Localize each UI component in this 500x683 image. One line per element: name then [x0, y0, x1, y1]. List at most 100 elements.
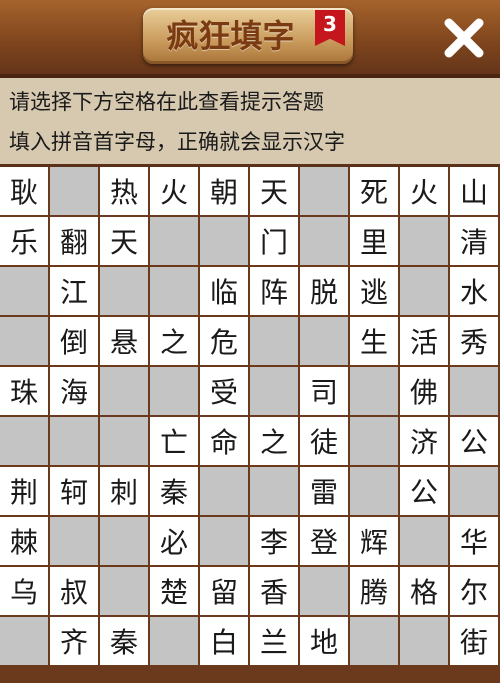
grid-cell-filled[interactable]: 济: [400, 417, 448, 465]
grid-cell-filled[interactable]: 公: [400, 467, 448, 515]
grid-cell-filled[interactable]: 天: [100, 217, 148, 265]
grid-cell-filled[interactable]: 海: [50, 367, 98, 415]
grid-cell-filled[interactable]: 临: [200, 267, 248, 315]
grid-cell-empty[interactable]: [100, 567, 148, 615]
grid-cell-empty[interactable]: [400, 267, 448, 315]
grid-cell-filled[interactable]: 华: [450, 517, 498, 565]
grid-cell-empty[interactable]: [400, 617, 448, 665]
grid-cell-filled[interactable]: 亡: [150, 417, 198, 465]
grid-cell-filled[interactable]: 必: [150, 517, 198, 565]
grid-cell-filled[interactable]: 齐: [50, 617, 98, 665]
grid-cell-filled[interactable]: 受: [200, 367, 248, 415]
grid-cell-filled[interactable]: 之: [150, 317, 198, 365]
grid-cell-filled[interactable]: 倒: [50, 317, 98, 365]
grid-cell-empty[interactable]: [100, 517, 148, 565]
grid-cell-empty[interactable]: [250, 467, 298, 515]
grid-cell-filled[interactable]: 刺: [100, 467, 148, 515]
grid-cell-filled[interactable]: 腾: [350, 567, 398, 615]
grid-cell-empty[interactable]: [250, 317, 298, 365]
grid-cell-filled[interactable]: 街: [450, 617, 498, 665]
grid-cell-empty[interactable]: [150, 617, 198, 665]
grid-cell-empty[interactable]: [50, 517, 98, 565]
grid-cell-filled[interactable]: 秦: [100, 617, 148, 665]
grid-cell-filled[interactable]: 雷: [300, 467, 348, 515]
grid-cell-filled[interactable]: 辉: [350, 517, 398, 565]
grid-cell-filled[interactable]: 山: [450, 167, 498, 215]
grid-cell-empty[interactable]: [0, 617, 48, 665]
grid-cell-filled[interactable]: 乐: [0, 217, 48, 265]
grid-cell-filled[interactable]: 司: [300, 367, 348, 415]
grid-cell-filled[interactable]: 脱: [300, 267, 348, 315]
grid-cell-empty[interactable]: [400, 217, 448, 265]
grid-cell-empty[interactable]: [100, 417, 148, 465]
grid-cell-filled[interactable]: 李: [250, 517, 298, 565]
grid-cell-filled[interactable]: 朝: [200, 167, 248, 215]
grid-cell-empty[interactable]: [150, 217, 198, 265]
grid-cell-empty[interactable]: [200, 517, 248, 565]
grid-cell-filled[interactable]: 阵: [250, 267, 298, 315]
grid-cell-empty[interactable]: [100, 267, 148, 315]
grid-cell-filled[interactable]: 热: [100, 167, 148, 215]
grid-cell-filled[interactable]: 格: [400, 567, 448, 615]
grid-cell-empty[interactable]: [300, 167, 348, 215]
grid-cell-filled[interactable]: 乌: [0, 567, 48, 615]
grid-cell-filled[interactable]: 门: [250, 217, 298, 265]
grid-cell-filled[interactable]: 楚: [150, 567, 198, 615]
grid-cell-filled[interactable]: 兰: [250, 617, 298, 665]
grid-cell-empty[interactable]: [350, 417, 398, 465]
grid-cell-empty[interactable]: [250, 367, 298, 415]
grid-cell-empty[interactable]: [50, 417, 98, 465]
grid-cell-empty[interactable]: [0, 267, 48, 315]
grid-cell-filled[interactable]: 佛: [400, 367, 448, 415]
grid-cell-filled[interactable]: 命: [200, 417, 248, 465]
grid-cell-filled[interactable]: 珠: [0, 367, 48, 415]
grid-cell-empty[interactable]: [150, 267, 198, 315]
grid-cell-empty[interactable]: [300, 567, 348, 615]
grid-cell-filled[interactable]: 香: [250, 567, 298, 615]
grid-cell-empty[interactable]: [350, 467, 398, 515]
grid-cell-filled[interactable]: 水: [450, 267, 498, 315]
grid-cell-filled[interactable]: 叔: [50, 567, 98, 615]
grid-cell-filled[interactable]: 死: [350, 167, 398, 215]
grid-cell-empty[interactable]: [300, 217, 348, 265]
grid-cell-empty[interactable]: [0, 317, 48, 365]
grid-cell-filled[interactable]: 清: [450, 217, 498, 265]
grid-cell-filled[interactable]: 生: [350, 317, 398, 365]
grid-cell-empty[interactable]: [100, 367, 148, 415]
grid-cell-filled[interactable]: 悬: [100, 317, 148, 365]
grid-cell-filled[interactable]: 秀: [450, 317, 498, 365]
grid-cell-empty[interactable]: [450, 467, 498, 515]
grid-cell-filled[interactable]: 里: [350, 217, 398, 265]
grid-cell-filled[interactable]: 江: [50, 267, 98, 315]
grid-cell-empty[interactable]: [200, 217, 248, 265]
grid-cell-filled[interactable]: 白: [200, 617, 248, 665]
grid-cell-filled[interactable]: 徒: [300, 417, 348, 465]
grid-cell-empty[interactable]: [0, 417, 48, 465]
grid-cell-filled[interactable]: 地: [300, 617, 348, 665]
grid-cell-filled[interactable]: 火: [150, 167, 198, 215]
grid-cell-empty[interactable]: [400, 517, 448, 565]
grid-cell-empty[interactable]: [150, 367, 198, 415]
grid-cell-filled[interactable]: 活: [400, 317, 448, 365]
grid-cell-filled[interactable]: 秦: [150, 467, 198, 515]
grid-cell-empty[interactable]: [350, 367, 398, 415]
grid-cell-empty[interactable]: [450, 367, 498, 415]
grid-cell-empty[interactable]: [50, 167, 98, 215]
grid-cell-filled[interactable]: 之: [250, 417, 298, 465]
grid-cell-filled[interactable]: 火: [400, 167, 448, 215]
grid-cell-filled[interactable]: 逃: [350, 267, 398, 315]
grid-cell-empty[interactable]: [300, 317, 348, 365]
grid-cell-empty[interactable]: [200, 467, 248, 515]
grid-cell-filled[interactable]: 天: [250, 167, 298, 215]
grid-cell-filled[interactable]: 耿: [0, 167, 48, 215]
grid-cell-filled[interactable]: 轲: [50, 467, 98, 515]
close-button[interactable]: [440, 14, 488, 62]
grid-cell-filled[interactable]: 登: [300, 517, 348, 565]
grid-cell-filled[interactable]: 翻: [50, 217, 98, 265]
grid-cell-empty[interactable]: [350, 617, 398, 665]
grid-cell-filled[interactable]: 尔: [450, 567, 498, 615]
grid-cell-filled[interactable]: 危: [200, 317, 248, 365]
grid-cell-filled[interactable]: 留: [200, 567, 248, 615]
grid-cell-filled[interactable]: 荆: [0, 467, 48, 515]
grid-cell-filled[interactable]: 公: [450, 417, 498, 465]
